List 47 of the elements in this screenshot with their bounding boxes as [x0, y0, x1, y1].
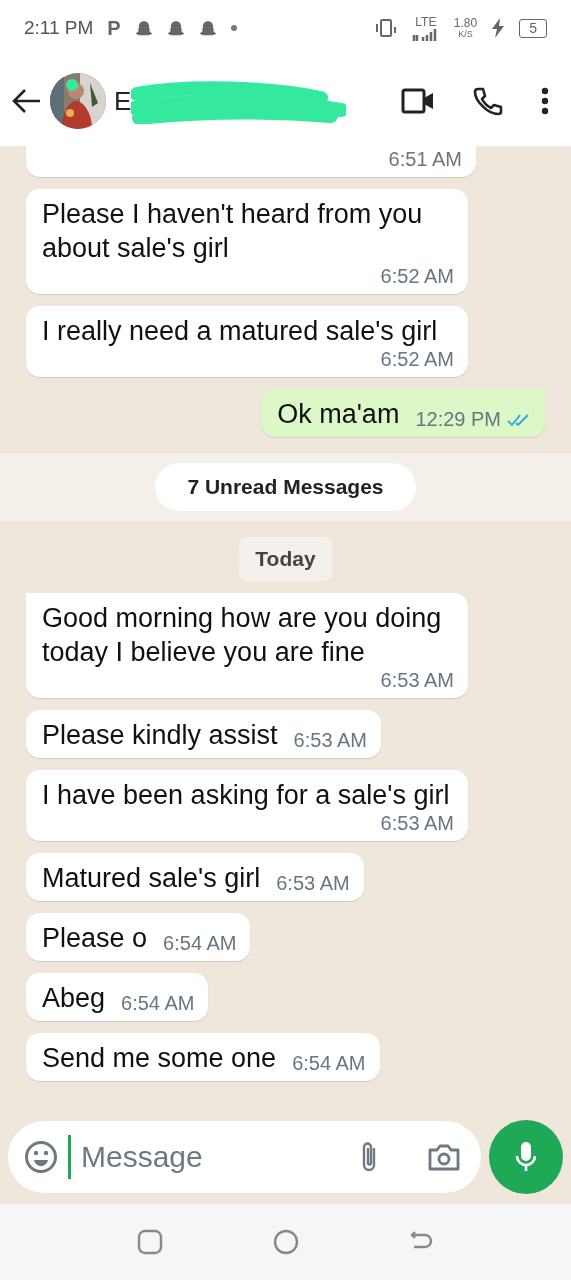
recent-apps-icon[interactable] — [136, 1229, 163, 1255]
message-time: 6:52 AM — [380, 348, 454, 371]
date-chip: Today — [239, 537, 332, 581]
unread-messages-banner: 7 Unread Messages — [155, 463, 416, 511]
speed-unit: K/S — [458, 30, 473, 39]
message-text: Please I haven't heard from you about sale's girl — [42, 198, 424, 265]
camera-icon[interactable] — [427, 1142, 461, 1172]
message-text: Send me some one — [42, 1042, 277, 1075]
battery-level: 5 — [519, 18, 547, 38]
message-bar[interactable]: Message — [8, 1121, 481, 1193]
network-speed: 1.80 — [453, 17, 478, 29]
message-time: 6:51 AM — [388, 148, 462, 171]
bolt-icon — [491, 18, 506, 38]
message-text: I have been asking for a sale's girl — [42, 779, 451, 812]
home-icon[interactable] — [272, 1229, 299, 1255]
dot-icon — [230, 25, 237, 31]
message-text: Please o — [42, 922, 148, 955]
contact-name[interactable]: E — [114, 85, 132, 117]
message-text: Ok ma'am — [277, 398, 400, 431]
message-time: 6:54 AM — [292, 1052, 366, 1075]
ghost-icon — [198, 20, 217, 36]
more-options-icon[interactable] — [541, 87, 549, 115]
app-letter-icon: P — [107, 16, 121, 40]
message-text: Good morning how are you doing today I believe you are fine — [42, 602, 443, 669]
message-time: 6:53 AM — [293, 729, 367, 752]
ghost-icon — [166, 20, 185, 36]
message-text: Please kindly assist — [42, 719, 278, 752]
message-time: 6:54 AM — [163, 932, 237, 955]
message-time: 6:53 AM — [276, 872, 350, 895]
network-type: LTE — [415, 15, 437, 28]
emoji-icon[interactable] — [24, 1140, 58, 1174]
message-time: 12:29 PM — [415, 408, 501, 431]
message-time: 6:54 AM — [121, 992, 195, 1015]
message-time: 6:53 AM — [380, 669, 454, 692]
video-call-icon[interactable] — [401, 88, 435, 114]
message-field[interactable]: Message — [81, 1140, 347, 1174]
message-text: Abeg — [42, 982, 106, 1015]
message-text: I really need a matured sale's girl — [42, 315, 439, 348]
message-text: Matured sale's girl — [42, 862, 261, 895]
status-time: 2:11 PM — [24, 17, 94, 39]
vibrate-icon — [373, 18, 398, 38]
message-time: 6:52 AM — [380, 265, 454, 288]
message-time: 6:53 AM — [380, 812, 454, 835]
back-icon[interactable] — [12, 88, 42, 114]
phone-icon[interactable] — [473, 86, 503, 116]
ghost-icon — [134, 20, 153, 36]
microphone-icon[interactable] — [515, 1141, 537, 1173]
